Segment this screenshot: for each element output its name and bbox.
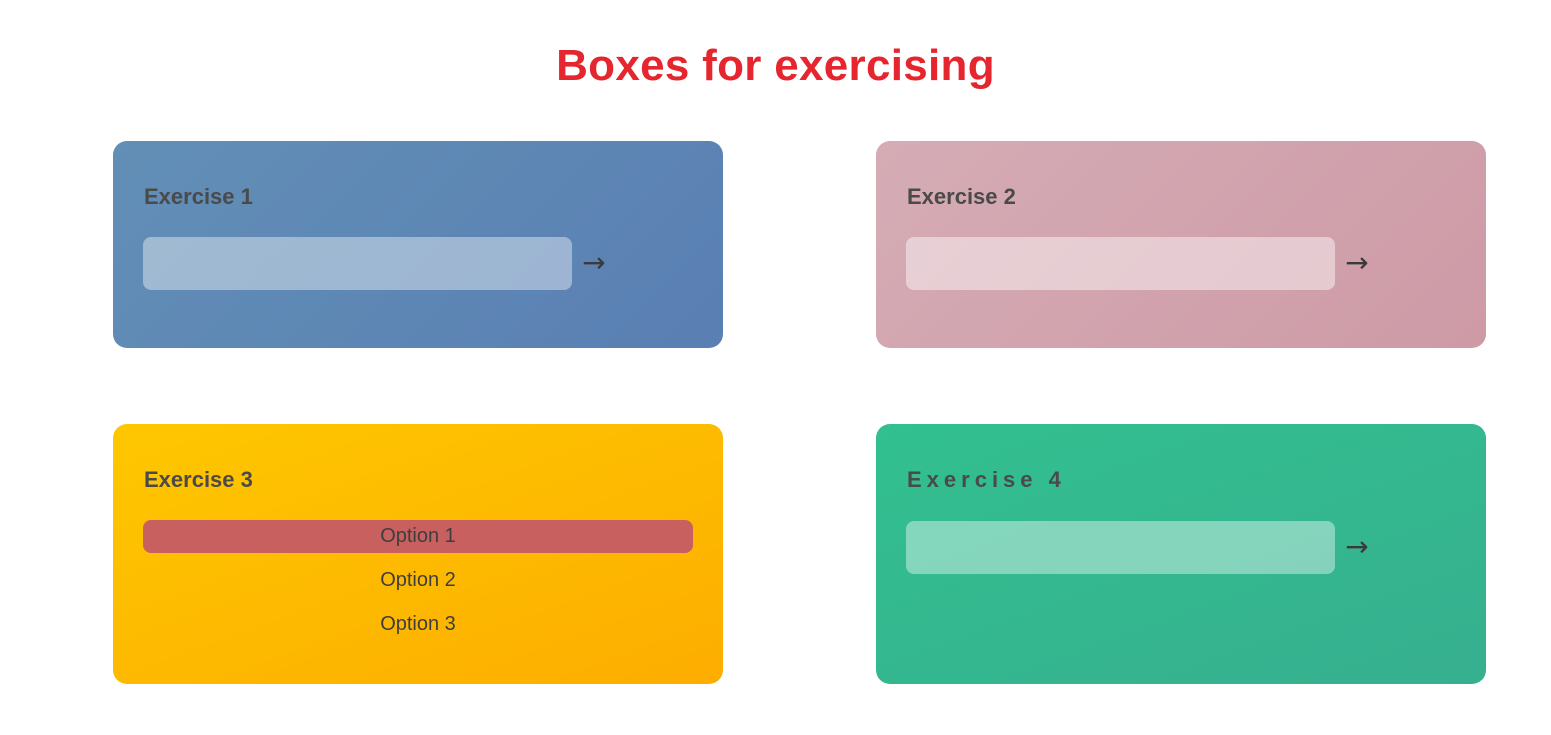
exercise-1-title: Exercise 1 (144, 184, 253, 209)
exercise-2-input[interactable] (906, 237, 1335, 290)
page-title: Boxes for exercising (556, 41, 995, 90)
option-1[interactable]: Option 1 (143, 520, 693, 553)
exercise-3-option-list: Option 1 Option 2 Option 3 (143, 520, 693, 652)
exercise-2-arrow-right-icon[interactable]: → (1342, 240, 1372, 286)
exercise-2-card: Exercise 2 → (876, 141, 1486, 348)
exercise-1-input[interactable] (143, 237, 572, 290)
page: Boxes for exercising Exercise 1 → Exerci… (0, 0, 1551, 735)
exercise-2-title: Exercise 2 (907, 184, 1016, 209)
exercise-3-card: Exercise 3 Option 1 Option 2 Option 3 (113, 424, 723, 684)
option-2[interactable]: Option 2 (143, 564, 693, 597)
exercise-3-title: Exercise 3 (144, 467, 253, 492)
exercise-4-input[interactable] (906, 521, 1335, 574)
exercise-4-card: Exercise 4 → (876, 424, 1486, 684)
exercise-4-arrow-right-icon[interactable]: → (1342, 524, 1372, 570)
exercise-4-title: Exercise 4 (907, 467, 1066, 492)
option-3[interactable]: Option 3 (143, 608, 693, 641)
exercise-1-card: Exercise 1 → (113, 141, 723, 348)
exercise-1-arrow-right-icon[interactable]: → (579, 240, 609, 286)
